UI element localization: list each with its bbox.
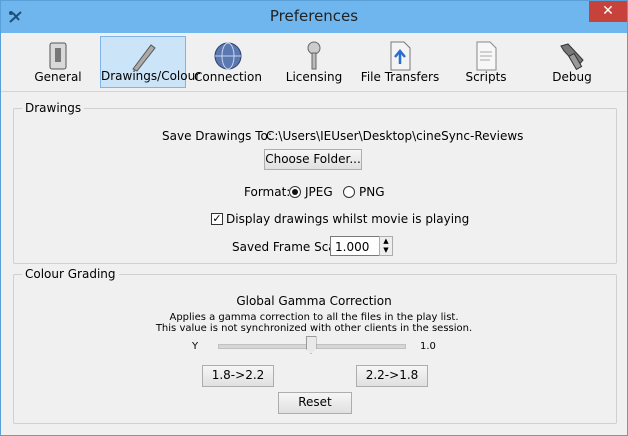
scale-stepper[interactable]: ▲ ▼ [379,236,393,256]
tab-label: General [34,70,82,84]
tab-file-transfers[interactable]: File Transfers [357,36,443,88]
choose-folder-button[interactable]: Choose Folder... [264,149,362,170]
tools-icon [560,43,584,71]
tab-label: File Transfers [360,70,440,84]
gamma-description-line2: This value is not synchronized with othe… [155,323,473,334]
title-bar[interactable]: Preferences ✕ [1,1,627,33]
switch-icon [49,42,67,70]
preferences-window: Preferences ✕ General Drawings/Colour Co… [0,0,628,436]
globe-icon [214,42,242,70]
chevron-up-icon[interactable]: ▲ [380,237,392,246]
window-title: Preferences [269,7,359,25]
check-icon: ✓ [212,212,222,225]
scale-input[interactable]: 1.000 [330,236,380,256]
close-icon: ✕ [602,3,614,19]
tab-drawings-colour[interactable]: Drawings/Colour [100,36,201,88]
format-png-radio[interactable] [343,186,355,198]
scale-value: 1.000 [335,240,370,254]
tab-connection[interactable]: Connection [185,36,271,88]
tab-scripts[interactable]: Scripts [443,36,529,88]
format-jpeg-radio[interactable] [289,186,301,198]
tab-label: Debug [552,70,592,84]
save-to-path: C:\Users\IEUser\Desktop\cineSync-Reviews [266,129,524,143]
gamma-description-line1: Applies a gamma correction to all the fi… [169,312,459,323]
format-jpeg-label: JPEG [305,185,333,199]
save-to-label: Save Drawings To: [162,129,272,143]
slider-value-label: 1.0 [420,341,436,352]
tab-label: Drawings/Colour [101,69,201,83]
close-button[interactable]: ✕ [589,1,627,22]
colour-grading-group: Colour Grading Global Gamma Correction A… [13,267,617,424]
gamma-heading: Global Gamma Correction [236,294,392,308]
format-png-label: PNG [359,185,385,199]
drawings-group-label: Drawings [22,101,85,115]
chevron-down-icon[interactable]: ▼ [380,246,392,255]
script-icon [476,41,497,71]
gamma-18-22-button[interactable]: 1.8->2.2 [202,365,274,387]
key-icon [307,41,321,70]
gamma-22-18-button[interactable]: 2.2->1.8 [356,365,428,387]
format-label: Format: [244,185,291,199]
drawings-group: Drawings Save Drawings To: C:\Users\IEUs… [13,101,617,264]
tab-debug[interactable]: Debug [529,36,615,88]
tab-label: Licensing [285,70,343,84]
display-drawings-checkbox[interactable]: ✓ [211,213,223,225]
file-upload-icon [390,41,411,71]
tab-label: Scripts [465,70,507,84]
gamma-slider-thumb[interactable] [305,336,317,354]
reset-button[interactable]: Reset [278,392,352,414]
tab-label: Connection [194,70,262,84]
tab-general[interactable]: General [15,36,101,88]
colour-grading-group-label: Colour Grading [22,267,119,281]
preferences-toolbar: General Drawings/Colour Connection Licen… [1,33,627,92]
tab-licensing[interactable]: Licensing [271,36,357,88]
slider-left-label: Y [192,341,199,352]
display-drawings-label: Display drawings whilst movie is playing [226,212,470,226]
